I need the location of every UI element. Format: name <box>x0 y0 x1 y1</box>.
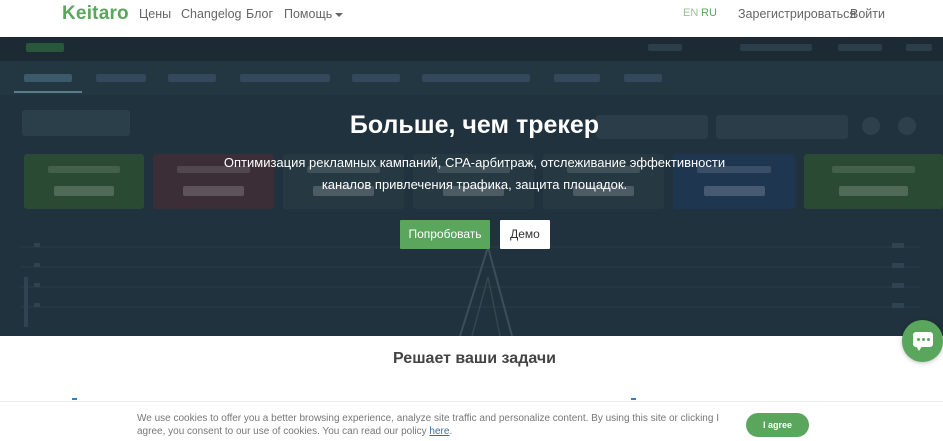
nav-help-dropdown[interactable]: Помощь <box>284 7 344 21</box>
backdrop-topbar-block <box>838 44 882 51</box>
section-title: Решает ваши задачи <box>393 350 556 367</box>
backdrop-topbar-block <box>906 44 932 51</box>
nav-link-prices[interactable]: Цены <box>139 7 171 21</box>
nav-link-blog[interactable]: Блог <box>246 7 273 21</box>
backdrop-tabs <box>0 61 943 95</box>
chat-widget-button[interactable] <box>902 320 943 362</box>
login-link[interactable]: Войти <box>850 7 885 21</box>
register-link[interactable]: Зарегистрироваться <box>738 7 856 21</box>
backdrop-tab <box>240 74 330 82</box>
backdrop-tab <box>168 74 216 82</box>
demo-button[interactable]: Демо <box>500 220 550 249</box>
caret-down-icon <box>335 12 344 17</box>
backdrop-tab-underline <box>14 91 82 93</box>
lang-ru-link[interactable]: RU <box>701 7 717 19</box>
feature-marker <box>631 398 636 400</box>
backdrop-topbar <box>0 37 943 61</box>
backdrop-tab <box>422 74 530 82</box>
cookie-text: We use cookies to offer you a better bro… <box>137 412 737 438</box>
backdrop-topbar-block <box>648 44 682 51</box>
hero-title: Больше, чем трекер <box>349 111 600 139</box>
backdrop-topbar-block <box>740 44 812 51</box>
keitaro-logo[interactable]: Keitaro <box>62 3 129 25</box>
cookie-message: We use cookies to offer you a better bro… <box>137 413 719 437</box>
backdrop-tab <box>554 74 600 82</box>
try-button[interactable]: Попробовать <box>400 220 490 249</box>
top-navbar: Keitaro Цены Changelog Блог Помощь EN RU… <box>0 0 943 37</box>
hero-section: Больше, чем трекер Оптимизация рекламных… <box>0 37 943 336</box>
cookie-policy-link[interactable]: here <box>429 426 449 437</box>
backdrop-logo <box>26 43 64 52</box>
nav-help-label: Помощь <box>284 7 333 21</box>
hero-subtitle: Оптимизация рекламных кампаний, CPA-арби… <box>223 155 726 192</box>
backdrop-card <box>804 154 943 209</box>
backdrop-tab <box>352 74 400 82</box>
backdrop-tab <box>24 74 72 82</box>
lang-en-link[interactable]: EN <box>683 7 698 19</box>
feature-marker <box>72 398 77 400</box>
nav-link-changelog[interactable]: Changelog <box>181 7 241 21</box>
backdrop-card <box>24 154 144 209</box>
backdrop-tab <box>624 74 662 82</box>
cookie-suffix: . <box>449 426 453 437</box>
cookie-banner: We use cookies to offer you a better bro… <box>0 401 943 441</box>
backdrop-tab <box>96 74 146 82</box>
cookie-agree-button[interactable]: I agree <box>746 413 809 437</box>
